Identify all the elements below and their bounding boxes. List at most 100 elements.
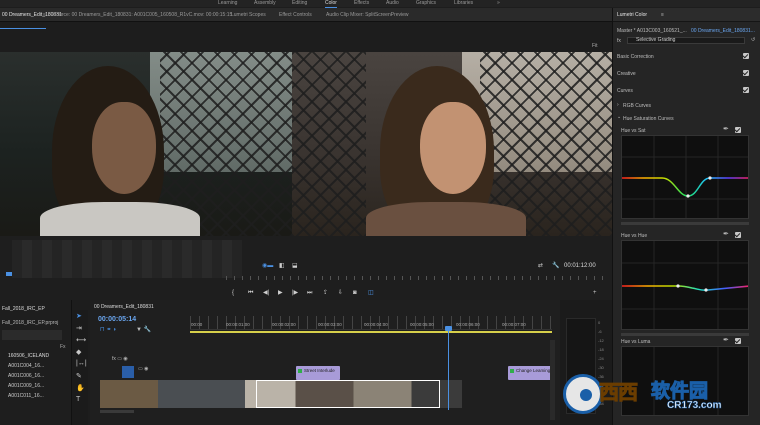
selection-tool-icon[interactable]: ➤ — [76, 312, 82, 320]
eyedropper-icon[interactable]: ✒ — [723, 230, 729, 238]
camera-icon[interactable]: ◙ — [353, 289, 357, 297]
project-tab[interactable]: Fall_2018_IRC_EP — [2, 306, 45, 312]
logo-icon — [563, 374, 603, 414]
workspace-assembly[interactable]: Assembly — [254, 0, 276, 7]
hue-vs-hue-checkbox[interactable] — [735, 232, 741, 238]
program-monitor[interactable] — [0, 52, 612, 236]
markers-icon[interactable]: ▼ 🔧 — [136, 326, 151, 333]
workspace-editing[interactable]: Editing — [292, 0, 307, 7]
panel-menu-icon[interactable]: ≡ — [661, 12, 664, 18]
hue-vs-hue-curve[interactable] — [621, 240, 749, 330]
step-back-icon[interactable]: ◀| — [263, 289, 269, 297]
ruler-label: 00:00:01:00 — [226, 322, 250, 327]
work-area-bar[interactable] — [190, 331, 552, 333]
track-target-button[interactable] — [122, 366, 134, 378]
go-to-in-icon[interactable]: ⏮ — [248, 289, 253, 297]
adjustment-clip[interactable]: Change Leaming — [508, 366, 552, 380]
creative-checkbox[interactable] — [743, 70, 749, 76]
list-item[interactable]: A001C011_16... — [8, 393, 44, 399]
pen-icon[interactable]: ✎ — [76, 372, 82, 380]
swap-icon[interactable]: ⇄ — [538, 262, 543, 270]
watermark-url: CR173.com — [667, 400, 722, 412]
go-to-out-icon[interactable]: ⏭ — [307, 289, 312, 297]
hue-vs-hue-label: Hue vs Hue — [621, 233, 648, 239]
type-tool-icon[interactable]: T — [76, 396, 80, 403]
hue-vs-sat-graph[interactable] — [622, 136, 749, 219]
hue-vs-sat-slider[interactable] — [621, 222, 749, 225]
side-by-side-icon[interactable]: ◧ — [279, 262, 285, 270]
compare-view-icon[interactable]: ◉▬ — [262, 262, 273, 270]
sequence-clip-label[interactable]: 00 Dreamers_Edit_180831... — [691, 28, 755, 34]
play-icon[interactable]: ▶ — [278, 289, 283, 297]
zoom-fit-select[interactable]: Fit — [592, 43, 598, 49]
list-item[interactable]: A001C006_16... — [8, 373, 44, 379]
split-view-icon[interactable]: ⬓ — [292, 262, 298, 270]
adjustment-clip[interactable]: Street Interlude — [296, 366, 340, 380]
curves-checkbox[interactable] — [743, 87, 749, 93]
video-clip-track[interactable] — [100, 380, 462, 408]
workspace-graphics[interactable]: Graphics — [416, 0, 436, 7]
list-item[interactable]: A001C004_16... — [8, 363, 44, 369]
workspace-libraries[interactable]: Libraries — [454, 0, 473, 7]
step-forward-icon[interactable]: |▶ — [292, 289, 298, 297]
hue-vs-hue-graph[interactable] — [622, 241, 749, 330]
hue-sat-curves-section[interactable]: Hue Saturation Curves — [623, 116, 674, 122]
section-creative[interactable]: Creative — [617, 71, 636, 77]
meter-label: -12 — [598, 338, 604, 343]
hand-icon[interactable]: ✋ — [76, 384, 85, 392]
track-lock-icon[interactable]: fx ▭ ◉ — [112, 356, 128, 362]
extract-icon[interactable]: ⇩ — [338, 289, 343, 297]
razor-icon[interactable]: ◆ — [76, 348, 81, 356]
section-curves[interactable]: Curves — [617, 88, 633, 94]
close-icon[interactable]: ≡ — [43, 8, 46, 22]
zoom-slider[interactable] — [100, 410, 134, 413]
timeline-timecode[interactable]: 00:00:05:14 — [98, 316, 136, 323]
tab-lumetri-scopes[interactable]: Lumetri Scopes — [231, 8, 266, 22]
workspace-learning[interactable]: Learning — [218, 0, 237, 7]
meter-label: -6 — [598, 329, 602, 334]
rgb-curves-section[interactable]: RGB Curves — [623, 103, 651, 109]
video-frame-original — [0, 52, 292, 236]
hue-vs-luma-checkbox[interactable] — [735, 338, 741, 344]
eyedropper-icon[interactable]: ✒ — [723, 125, 729, 133]
hue-vs-hue-slider[interactable] — [621, 333, 749, 336]
comparison-view-icon[interactable]: ◫ — [368, 289, 374, 297]
snap-icon[interactable]: ⊓ ⚭ ◗ — [100, 326, 117, 333]
tab-source[interactable]: Source: 00 Dreamers_Edit_180831: A001C00… — [53, 8, 232, 22]
tab-effect-controls[interactable]: Effect Controls — [279, 8, 312, 22]
lumetri-title[interactable]: Lumetri Color — [617, 8, 647, 22]
hue-vs-sat-curve[interactable] — [621, 135, 749, 219]
wrench-icon[interactable]: 🔧 — [552, 262, 559, 270]
slip-icon[interactable]: |↔| — [76, 360, 87, 367]
search-input[interactable] — [2, 330, 62, 340]
basic-correction-checkbox[interactable] — [743, 53, 749, 59]
effect-select[interactable]: Selective Grading — [627, 37, 745, 44]
list-item[interactable]: A001C009_16... — [8, 383, 44, 389]
ripple-edit-icon[interactable]: ⟷ — [76, 336, 86, 344]
workspace-more-icon[interactable]: » — [497, 0, 500, 7]
watermark-logo: 西西 软件园 CR173.com — [563, 370, 743, 420]
mark-in-icon[interactable]: { — [232, 289, 234, 297]
timeline-tab[interactable]: 00 Dreamers_Edit_180831 — [94, 304, 154, 310]
lift-icon[interactable]: ⇪ — [323, 289, 328, 297]
watermark-site: 软件园 — [650, 381, 709, 403]
bin-item[interactable]: 160506_ICELAND — [8, 353, 49, 359]
hue-vs-sat-checkbox[interactable] — [735, 127, 741, 133]
add-button-icon[interactable]: + — [593, 289, 597, 297]
workspace-audio[interactable]: Audio — [386, 0, 399, 7]
tab-audio-clip-mixer[interactable]: Audio Clip Mixer: SplitScreenPreview — [326, 8, 409, 22]
workspace-color[interactable]: Color — [325, 0, 337, 8]
monitor-ruler[interactable] — [226, 276, 606, 280]
track-eye-icon[interactable]: ▭ ◉ — [138, 366, 148, 372]
reset-icon[interactable]: ↺ — [751, 37, 755, 43]
chevron-down-icon[interactable]: ⌄ — [617, 114, 621, 120]
chevron-right-icon[interactable]: › — [617, 102, 619, 108]
eyedropper-icon[interactable]: ✒ — [723, 336, 729, 344]
playhead-marker[interactable] — [6, 272, 12, 276]
vertical-scrollbar[interactable] — [550, 340, 555, 420]
selected-clip[interactable] — [256, 380, 440, 408]
track-select-icon[interactable]: ⇥ — [76, 324, 82, 332]
master-clip-label[interactable]: Master * A013C003_160521_... — [617, 28, 687, 34]
section-basic-correction[interactable]: Basic Correction — [617, 54, 654, 60]
workspace-effects[interactable]: Effects — [354, 0, 369, 7]
